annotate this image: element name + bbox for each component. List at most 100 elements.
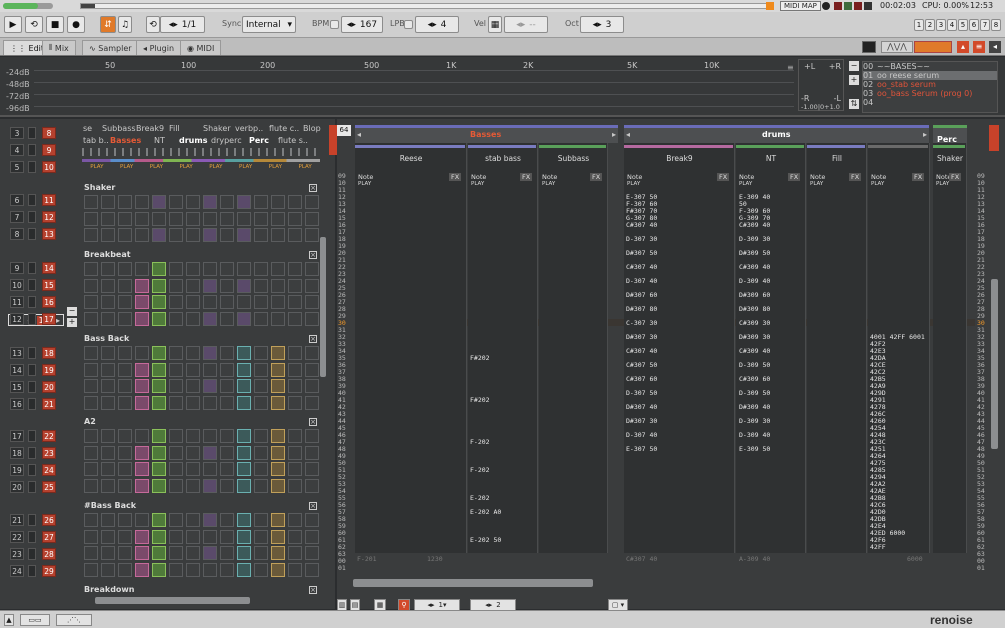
disk-browser-button[interactable]: ▭▭ [20,614,50,626]
track-column[interactable] [807,143,867,553]
matrix-slot[interactable] [237,311,251,326]
matrix-slot[interactable] [220,429,234,443]
layout-left-button[interactable]: ▥ [337,599,347,611]
matrix-slot[interactable] [152,211,166,226]
matrix-slot[interactable] [288,295,302,309]
pattern-number-cell[interactable]: 29 [42,565,56,577]
matrix-slot[interactable] [305,445,319,460]
matrix-slot[interactable] [186,478,200,493]
scope-menu-icon[interactable]: ≡ [787,63,794,72]
matrix-slot[interactable] [203,228,217,242]
matrix-slot[interactable] [220,311,234,326]
bpm-field[interactable]: ◂▸ 167 [341,16,383,33]
group-basses[interactable]: ◂ Basses ▸ [355,125,618,143]
matrix-slot[interactable] [203,195,217,209]
matrix-slot[interactable] [169,195,183,209]
matrix-slot[interactable] [135,445,149,460]
matrix-slot[interactable] [305,429,319,443]
matrix-slot[interactable] [169,445,183,460]
matrix-slot[interactable] [288,395,302,410]
pattern-horizontal-scrollbar[interactable] [353,579,593,587]
matrix-slot[interactable] [118,278,132,293]
matrix-slot[interactable] [237,462,251,476]
sequence-number[interactable]: 15 [10,381,24,393]
matrix-slot[interactable] [305,262,319,276]
sequence-number[interactable]: 18 [10,447,24,459]
matrix-slot[interactable] [186,295,200,309]
matrix-slot[interactable] [288,478,302,493]
matrix-slot[interactable] [135,295,149,309]
note-cell[interactable]: D#307 30 [626,333,657,341]
matrix-slot[interactable] [84,211,98,226]
sequence-number[interactable]: 14 [10,364,24,376]
matrix-slot[interactable] [237,295,251,309]
matrix-slot[interactable] [305,379,319,393]
matrix-slot[interactable] [271,295,285,309]
matrix-slot[interactable] [186,462,200,476]
matrix-slot[interactable] [288,546,302,560]
matrix-slot[interactable] [169,546,183,560]
matrix-slot[interactable] [288,228,302,242]
sequence-number[interactable]: 21 [10,514,24,526]
track-name[interactable]: Subbass [539,151,608,165]
matrix-slot[interactable] [271,262,285,276]
matrix-slot[interactable] [135,362,149,377]
note-cell[interactable]: D-309 30 [739,417,770,425]
matrix-slot[interactable] [203,529,217,544]
matrix-slot[interactable] [305,295,319,309]
matrix-slot[interactable] [271,195,285,209]
list-icon[interactable]: ≡ [973,41,985,53]
sequence-number[interactable]: 23 [10,548,24,560]
matrix-slot[interactable] [220,346,234,360]
matrix-slot[interactable] [118,195,132,209]
note-cell[interactable]: D#307 30 [626,417,657,425]
pattern-number[interactable]: 64 [337,125,351,136]
matrix-slot[interactable] [237,228,251,242]
matrix-slot[interactable] [271,346,285,360]
matrix-slot[interactable] [118,513,132,527]
matrix-slot[interactable] [271,445,285,460]
matrix-slot[interactable] [101,529,115,544]
loop-button[interactable]: ⟲ [25,16,43,33]
pattern-number-cell[interactable]: 16 [42,296,56,308]
matrix-slot[interactable] [118,362,132,377]
matrix-slot[interactable] [135,379,149,393]
sequence-number[interactable]: 17 [10,430,24,442]
matrix-slot[interactable] [271,546,285,560]
matrix-slot[interactable] [84,379,98,393]
matrix-slot[interactable] [152,395,166,410]
minus-icon[interactable]: − [67,307,77,316]
matrix-slot[interactable] [254,211,268,226]
seq-button-1[interactable]: 1 [914,19,924,31]
seq-button-5[interactable]: 5 [958,19,968,31]
layout-mid-button[interactable]: ▤ [350,599,360,611]
matrix-slot[interactable] [305,529,319,544]
matrix-slot[interactable] [118,562,132,577]
note-cell[interactable]: D#307 60 [626,291,657,299]
note-cell[interactable]: C#307 60 [626,375,657,383]
note-cell[interactable]: E-307 50 [626,445,657,453]
pattern-loop-icon[interactable]: ⟲ [146,16,160,33]
matrix-slot[interactable] [84,395,98,410]
matrix-slot[interactable] [135,529,149,544]
matrix-slot[interactable] [169,278,183,293]
spectrum-button[interactable] [914,41,952,53]
matrix-slot[interactable] [101,228,115,242]
matrix-slot[interactable] [254,195,268,209]
note-cell[interactable]: D#307 80 [626,305,657,313]
matrix-slot[interactable] [305,513,319,527]
note-cell[interactable]: D-309 50 [739,389,770,397]
matrix-slot[interactable] [101,379,115,393]
matrix-slot[interactable] [237,562,251,577]
matrix-slot[interactable] [169,513,183,527]
track-name[interactable]: Break9 [624,151,735,165]
sequence-number[interactable]: 9 [10,262,24,274]
matrix-slot[interactable] [84,513,98,527]
matrix-slot[interactable] [254,295,268,309]
sequence-number[interactable]: 4 [10,144,24,156]
matrix-slot[interactable] [101,278,115,293]
matrix-slot[interactable] [186,513,200,527]
matrix-slot[interactable] [288,211,302,226]
sequence-number[interactable]: 19 [10,464,24,476]
close-icon[interactable]: × [309,335,317,343]
